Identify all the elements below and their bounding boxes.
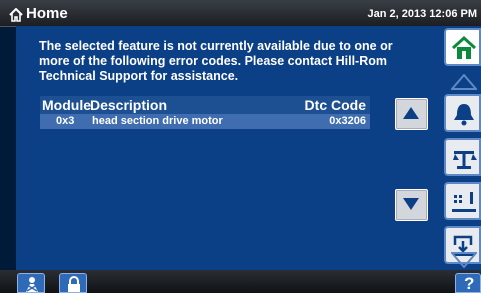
nav-alarms-button[interactable] [444,94,481,132]
bottom-bar: ? [0,270,481,293]
nurse-button[interactable] [17,273,45,293]
help-icon: ? [464,274,475,293]
home-icon [9,8,23,22]
main-panel: The selected feature is not currently av… [16,26,429,270]
table-row[interactable]: 0x3 head section drive motor 0x3206 [40,114,370,129]
column-description: Description [90,97,168,113]
side-nav [429,26,481,270]
nurse-icon [26,277,38,292]
triangle-up-icon [403,107,419,119]
cell-description: head section drive motor [92,115,223,127]
lock-button[interactable] [59,273,87,293]
scale-icon [453,151,477,169]
window-title: Home [26,5,68,22]
nav-home-button[interactable] [444,28,481,66]
cell-dtc-code: 0x3206 [329,115,366,127]
scroll-down-button[interactable] [395,189,428,221]
title-bar: Home Jan 2, 2013 12:06 PM [0,0,481,27]
column-dtc-code: Dtc Code [304,97,366,113]
datetime: Jan 2, 2013 12:06 PM [367,8,477,20]
nav-scale-button[interactable] [444,138,481,176]
help-button[interactable]: ? [455,273,481,293]
lock-icon [68,276,80,292]
home-icon [451,35,477,59]
chevron-down-icon[interactable] [451,252,477,268]
cell-module: 0x3 [56,115,75,127]
scroll-up-button[interactable] [395,98,428,130]
app-window: Home Jan 2, 2013 12:06 PM The selected f… [0,0,481,293]
table-header: Module Description Dtc Code [40,96,370,114]
error-table: Module Description Dtc Code 0x3 head sec… [40,96,370,129]
nav-surface-button[interactable] [444,182,481,220]
chevron-up-icon[interactable] [451,74,477,90]
error-message: The selected feature is not currently av… [39,39,393,83]
bed-icon [452,192,476,212]
triangle-down-icon [403,198,419,210]
bell-icon [454,104,474,126]
column-module: Module [42,97,91,113]
